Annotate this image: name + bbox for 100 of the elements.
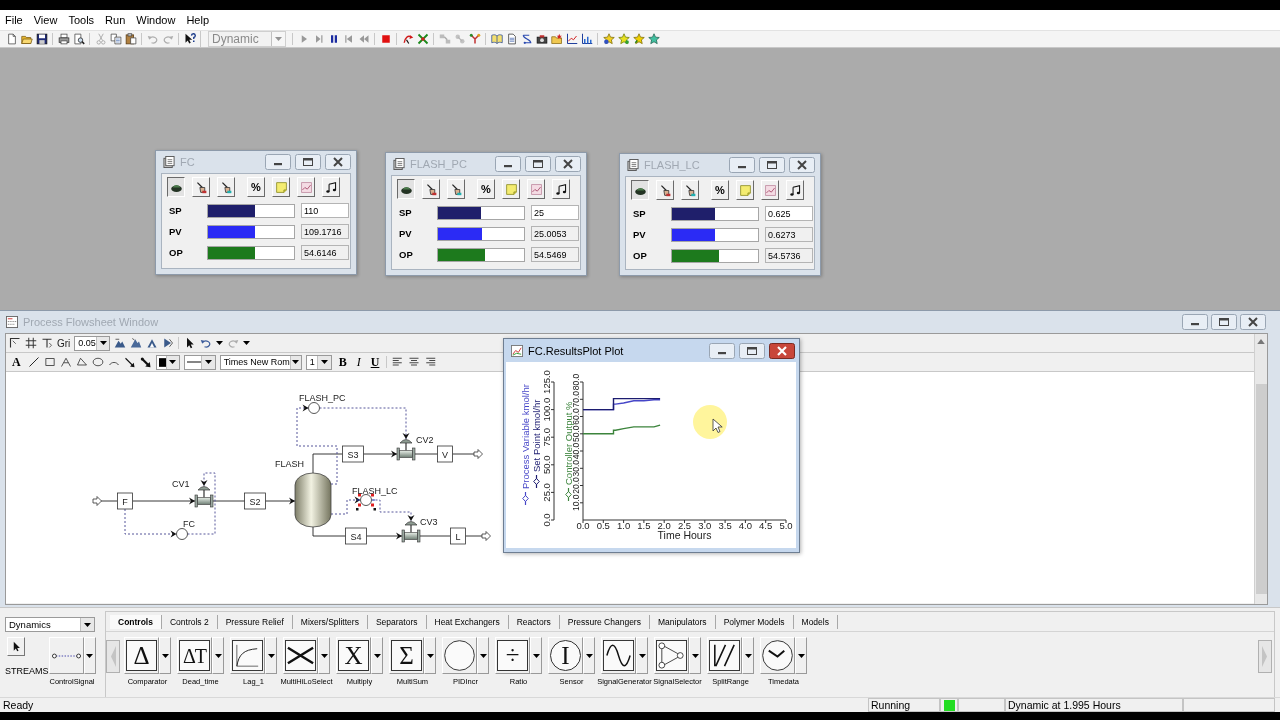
rectangle-icon[interactable] xyxy=(43,356,56,368)
palette-tab[interactable]: Pressure Changers xyxy=(559,614,650,629)
close-icon[interactable] xyxy=(325,154,351,170)
maximize-icon[interactable] xyxy=(295,154,321,170)
palette-tab[interactable]: Separators xyxy=(367,614,427,629)
scroll-up-icon[interactable] xyxy=(1257,339,1265,344)
scrollbar-thumb[interactable] xyxy=(1255,384,1267,594)
folder-icon[interactable] xyxy=(21,33,33,45)
palette-tile[interactable]: Δ xyxy=(124,637,159,674)
library-select[interactable]: Dynamics xyxy=(5,617,95,632)
close-icon[interactable] xyxy=(789,157,815,173)
stream-tag[interactable]: L xyxy=(450,527,466,545)
menu-item[interactable]: Help xyxy=(182,13,213,27)
menu-item[interactable]: View xyxy=(29,13,62,27)
palette-tab[interactable]: Polymer Models xyxy=(715,614,794,629)
dropdown-button[interactable] xyxy=(371,637,383,674)
dropdown-button[interactable] xyxy=(318,637,330,674)
palette-tab[interactable]: Pressure Relief xyxy=(217,614,293,629)
underline-button[interactable]: U xyxy=(367,354,383,370)
pause-icon[interactable] xyxy=(328,33,340,45)
palette-tile[interactable]: I xyxy=(548,637,583,674)
palette-tile[interactable] xyxy=(442,637,477,674)
star-icon[interactable] xyxy=(648,33,660,45)
maximize-icon[interactable] xyxy=(1211,313,1237,330)
palette-tab[interactable]: Mixers/Splitters xyxy=(292,614,368,629)
align-left-icon[interactable] xyxy=(392,356,405,368)
line-icon[interactable] xyxy=(27,356,40,368)
curved-arrows-icon[interactable] xyxy=(402,33,414,45)
clipboard-icon[interactable] xyxy=(125,33,137,45)
align-center-icon[interactable] xyxy=(408,356,421,368)
font-select[interactable]: Times New Rom xyxy=(219,354,302,370)
color-select[interactable] xyxy=(155,354,180,370)
palette-tile[interactable] xyxy=(283,637,318,674)
dropdown-button[interactable] xyxy=(159,637,171,674)
printer-icon[interactable] xyxy=(58,33,70,45)
palette-tab[interactable]: Models xyxy=(793,614,838,629)
palette-tile[interactable]: Σ xyxy=(389,637,424,674)
palette-tab[interactable]: Controls 2 xyxy=(161,614,218,629)
arch-icon[interactable] xyxy=(146,337,159,349)
controller-icon[interactable] xyxy=(176,528,188,540)
book-icon[interactable] xyxy=(491,33,503,45)
font-size-select[interactable]: 1 xyxy=(305,354,332,370)
close-icon[interactable] xyxy=(769,342,795,359)
minimize-icon[interactable] xyxy=(495,156,521,172)
dropdown-button[interactable] xyxy=(424,637,436,674)
palette-tab[interactable]: Reactors xyxy=(508,614,560,629)
controller-icon[interactable] xyxy=(308,402,320,414)
branch-icon[interactable] xyxy=(469,33,481,45)
minimize-icon[interactable] xyxy=(1182,313,1208,330)
palette-tile[interactable] xyxy=(707,637,742,674)
line-style-select[interactable] xyxy=(183,354,216,370)
palette-tile[interactable] xyxy=(760,637,795,674)
dropdown-button[interactable] xyxy=(636,637,648,674)
close-icon[interactable] xyxy=(555,156,581,172)
stream-tag[interactable]: S2 xyxy=(244,492,266,510)
dropdown-button[interactable] xyxy=(689,637,701,674)
palette-tile[interactable]: ÷ xyxy=(495,637,530,674)
mode-button[interactable] xyxy=(397,179,415,199)
triangle-icon[interactable] xyxy=(162,337,175,349)
close-icon[interactable] xyxy=(1240,313,1266,330)
pointer-question-icon[interactable] xyxy=(184,33,196,45)
bar-chart-icon[interactable] xyxy=(581,33,593,45)
percent-button[interactable]: % xyxy=(477,179,495,199)
star-icon[interactable] xyxy=(633,33,645,45)
star-icon[interactable] xyxy=(618,33,630,45)
curve-icon[interactable] xyxy=(521,33,533,45)
new-document-icon[interactable] xyxy=(6,33,18,45)
print-preview-icon[interactable] xyxy=(73,33,85,45)
minimize-icon[interactable] xyxy=(729,157,755,173)
star-icon[interactable] xyxy=(603,33,615,45)
menu-item[interactable]: Tools xyxy=(64,13,99,27)
value-field[interactable]: 110 xyxy=(301,203,349,218)
palette-tab[interactable]: Heat Exchangers xyxy=(426,614,509,629)
palette-tile[interactable] xyxy=(601,637,636,674)
pointer-icon[interactable] xyxy=(184,337,197,349)
copy-icon[interactable] xyxy=(110,33,122,45)
line-chart-icon[interactable] xyxy=(566,33,578,45)
maximize-icon[interactable] xyxy=(525,156,551,172)
folder-star-icon[interactable] xyxy=(551,33,563,45)
menu-item[interactable]: Window xyxy=(132,13,180,27)
dropdown-button[interactable] xyxy=(265,637,277,674)
menu-item[interactable]: File xyxy=(1,13,27,27)
palette-tab[interactable]: Controls xyxy=(110,614,162,629)
dropdown-button[interactable] xyxy=(212,637,224,674)
arrow-icon[interactable] xyxy=(123,356,136,368)
value-field[interactable]: 0.625 xyxy=(765,206,813,221)
valve-icon[interactable] xyxy=(396,439,416,461)
dropdown-button[interactable] xyxy=(742,637,754,674)
percent-button[interactable]: % xyxy=(247,177,265,197)
valve-icon[interactable] xyxy=(401,521,421,543)
ellipse-icon[interactable] xyxy=(91,356,104,368)
palette-tile[interactable] xyxy=(230,637,265,674)
dropdown-button[interactable] xyxy=(477,637,489,674)
stream-tag[interactable]: S4 xyxy=(345,527,367,545)
palette-tile[interactable]: ΔT xyxy=(177,637,212,674)
mountain-icon[interactable] xyxy=(114,337,127,349)
mode-button[interactable] xyxy=(167,177,185,197)
valve-icon[interactable] xyxy=(194,486,214,508)
palette-tile[interactable] xyxy=(48,637,84,674)
align-right-icon[interactable] xyxy=(424,356,437,368)
